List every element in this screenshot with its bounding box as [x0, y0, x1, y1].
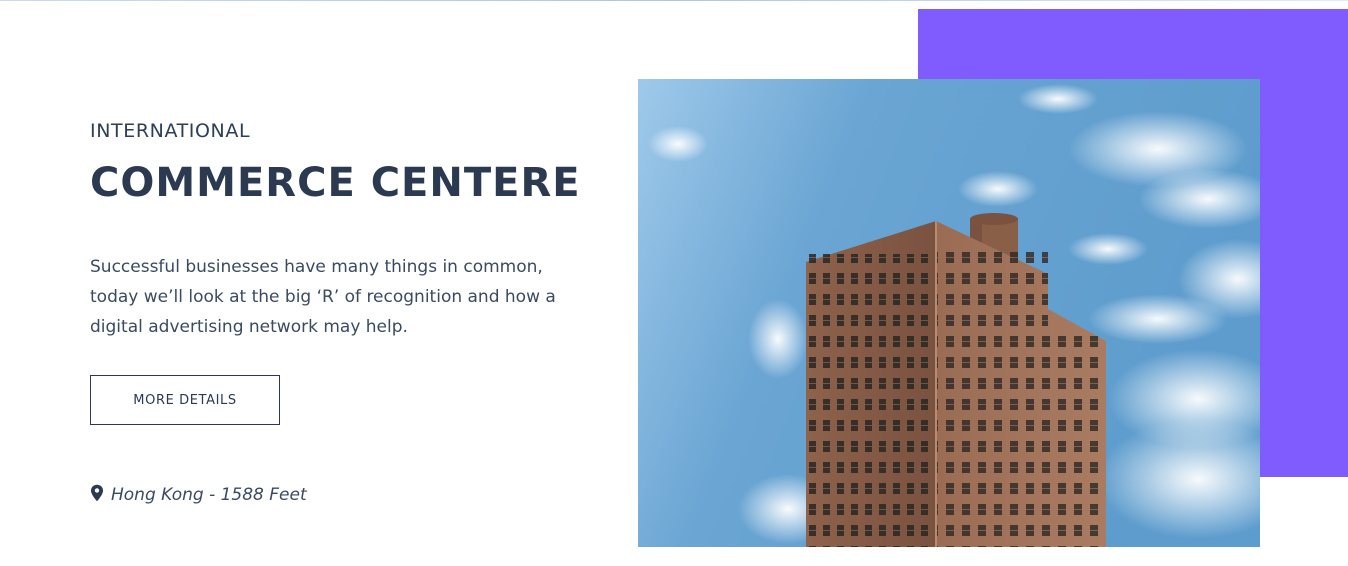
map-pin-icon [90, 484, 104, 502]
location-text: Hong Kong - 1588 Feet [111, 485, 307, 505]
hero-section: INTERNATIONAL COMMERCE CENTERE Successfu… [0, 0, 1348, 566]
hero-title: COMMERCE CENTERE [90, 160, 581, 206]
more-details-label: MORE DETAILS [133, 392, 237, 408]
location-line: Hong Kong - 1588 Feet [90, 484, 307, 505]
hero-description: Successful businesses have many things i… [90, 257, 556, 337]
top-divider [0, 0, 1348, 1]
building-photo [638, 79, 1260, 547]
hero-eyebrow: INTERNATIONAL [90, 120, 251, 142]
more-details-button[interactable]: MORE DETAILS [90, 375, 280, 425]
